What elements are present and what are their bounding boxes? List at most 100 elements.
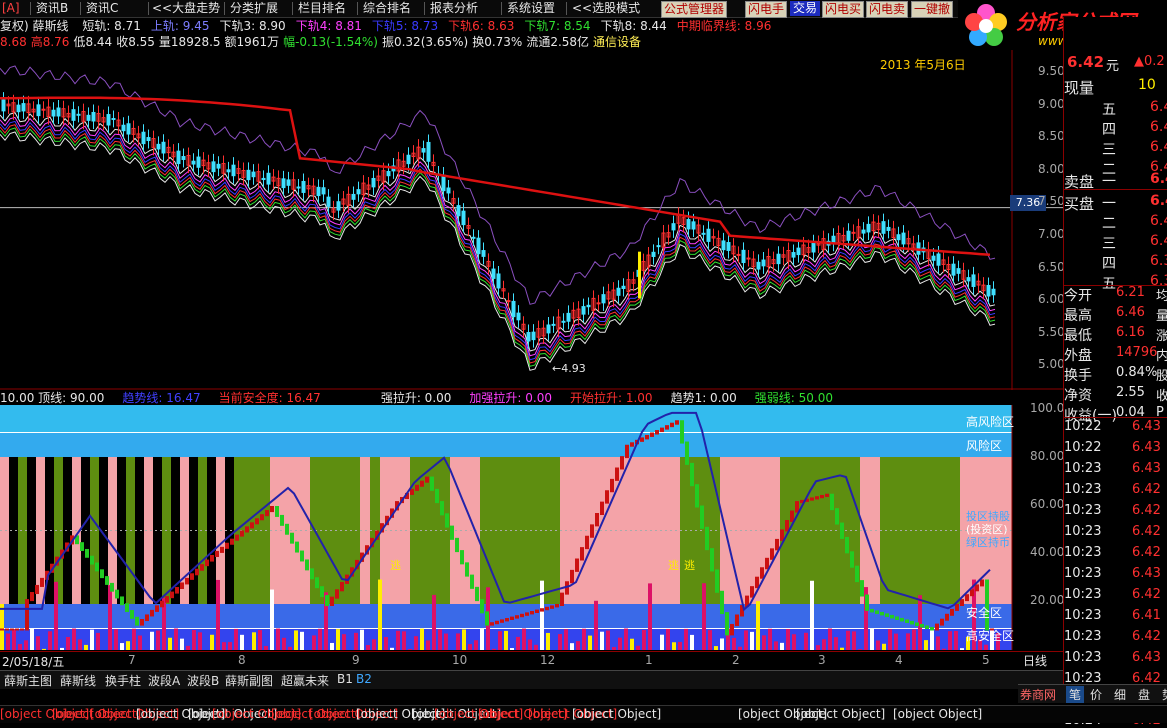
quote-tab[interactable]: 笔: [1066, 686, 1084, 703]
trend-step: [10, 629, 14, 631]
flash-hand-button[interactable]: 闪电手: [745, 1, 787, 18]
safety-indicator-chart[interactable]: [0, 405, 1063, 650]
indicator-tab[interactable]: 薛斯主图: [4, 672, 52, 689]
flash-buy-button[interactable]: 闪电买: [822, 1, 864, 18]
status-field: [object Object]: [893, 707, 982, 721]
quote-tab[interactable]: 盘: [1138, 686, 1150, 703]
candle-body: [287, 180, 290, 185]
candle-body: [147, 138, 150, 141]
trend-step: [180, 582, 184, 589]
candle-body: [217, 164, 220, 168]
candle-body: [87, 115, 90, 120]
quote-tab[interactable]: 价: [1090, 686, 1102, 703]
menu-item-info-b[interactable]: 资讯B: [36, 0, 68, 17]
flash-sell-button[interactable]: 闪电卖: [866, 1, 908, 18]
menu-separator: [566, 2, 567, 15]
tick-price: 6.42: [1132, 524, 1161, 539]
trend-step: [880, 612, 884, 616]
signal-bar: [930, 629, 934, 650]
buy-level-price: 6.3: [1150, 253, 1167, 269]
signal-bar: [834, 637, 838, 650]
escape-marker: 逃: [668, 557, 679, 573]
signal-bar: [294, 630, 298, 650]
signal-bar: [360, 630, 364, 650]
indicator-tab[interactable]: 薛斯副图: [225, 672, 273, 689]
signal-bar: [342, 634, 346, 650]
trend-step: [825, 494, 829, 497]
date-tick-label: 9: [352, 653, 360, 667]
trend-step: [415, 485, 419, 491]
signal-bar: [474, 640, 478, 650]
tick-time: 10:23: [1064, 608, 1101, 623]
candle-body: [57, 108, 60, 116]
candle-body: [442, 175, 445, 191]
menu-item-info-c[interactable]: 资讯C: [86, 0, 118, 17]
trend-step: [470, 575, 474, 589]
menu-item-settings[interactable]: 系统设置: [507, 0, 555, 17]
quote-tab[interactable]: 势: [1162, 686, 1167, 703]
signal-bar: [192, 630, 196, 650]
indicator-tab[interactable]: 超赢未来: [281, 672, 329, 689]
trend-step: [895, 616, 899, 620]
trend-step: [575, 559, 579, 572]
trend-step: [115, 590, 119, 599]
candle-body: [707, 229, 710, 241]
menu-item-market[interactable]: <<大盘走势: [152, 0, 220, 17]
menu-item-column-rank[interactable]: 栏目排名: [298, 0, 346, 17]
trend-step: [965, 594, 969, 601]
signal-bar: [492, 649, 496, 650]
trend-step: [30, 592, 34, 601]
trend-step: [430, 477, 434, 491]
candle-body: [867, 224, 870, 232]
indicator-tab[interactable]: 薛斯线: [60, 672, 96, 689]
candle-body: [122, 125, 125, 130]
trend-step: [185, 578, 189, 585]
period-label[interactable]: 日线: [1023, 652, 1047, 669]
indicator-tick-label: 80.00: [1030, 449, 1064, 463]
trade-button[interactable]: 交易: [790, 1, 820, 16]
signal-bar: [90, 630, 94, 650]
cancel-all-button[interactable]: 一键撤: [911, 1, 953, 18]
signal-bar: [390, 648, 394, 650]
indicator-tab[interactable]: 波段B: [187, 672, 219, 689]
trend-step: [160, 601, 164, 608]
tick-price: 6.42: [1132, 545, 1161, 560]
candle-body: [652, 252, 655, 256]
candle-body: [357, 190, 360, 194]
candle-body: [462, 211, 465, 224]
indicator-tab[interactable]: 换手柱: [105, 672, 141, 689]
signal-bar: [282, 638, 286, 650]
candle-body: [142, 132, 145, 143]
quote-tab[interactable]: 细: [1114, 686, 1126, 703]
menu-separator: [30, 2, 31, 15]
menu-item-stock-pick[interactable]: <<选股模式: [572, 0, 640, 17]
menu-item-reports[interactable]: 报表分析: [430, 0, 478, 17]
price-chart[interactable]: [0, 50, 1063, 390]
quote-field: 通信设备: [593, 35, 641, 49]
indicator-tab[interactable]: 波段A: [148, 672, 180, 689]
trend-step: [590, 524, 594, 537]
quote-tab[interactable]: 券商网: [1020, 686, 1056, 703]
signal-bar: [648, 583, 652, 650]
indicator-tab[interactable]: B2: [356, 672, 372, 686]
sell-level-price: 6.4: [1150, 99, 1167, 115]
flower-logo-icon: [962, 2, 1012, 52]
signal-bar: [528, 640, 532, 650]
indicator-tab[interactable]: B1: [337, 672, 353, 686]
chart-title: 复权) 薛斯线: [0, 19, 69, 33]
signal-bar: [780, 643, 784, 650]
signal-bar: [816, 645, 820, 650]
formula-manager-button[interactable]: 公式管理器: [661, 1, 727, 18]
menu-item-overall-rank[interactable]: 综合排名: [363, 0, 411, 17]
trend-step: [855, 566, 859, 582]
trend-step: [315, 577, 319, 588]
signal-bar: [690, 635, 694, 650]
trend-step: [125, 603, 129, 612]
menu-item-a[interactable]: [A]: [2, 0, 20, 17]
trend-step: [950, 609, 954, 616]
signal-bar: [504, 631, 508, 650]
candle-body: [352, 194, 355, 199]
indicator-value: 下轨8: 8.44: [601, 19, 667, 33]
menu-item-category[interactable]: 分类扩展: [230, 0, 278, 17]
signal-bar: [666, 629, 670, 650]
